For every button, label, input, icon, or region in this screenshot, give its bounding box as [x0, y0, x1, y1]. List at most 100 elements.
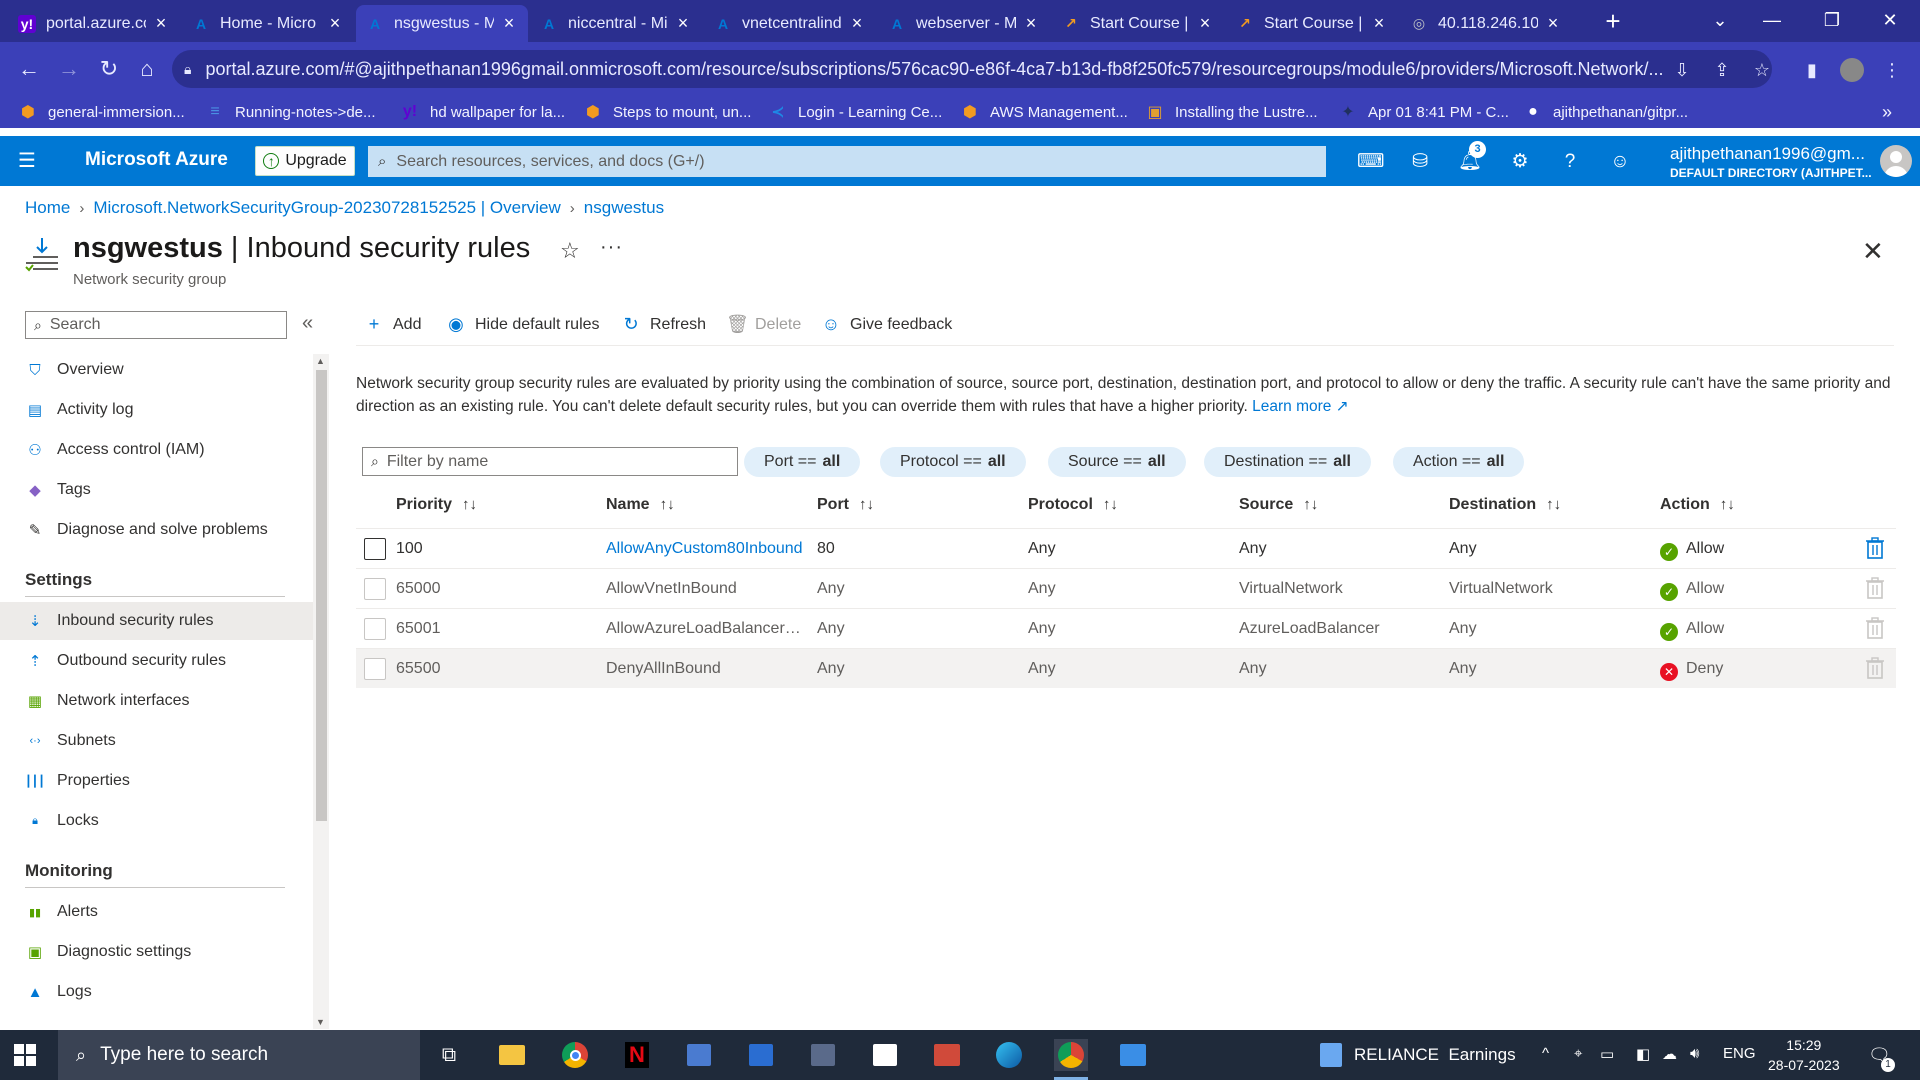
close-tab-icon[interactable]: ×	[152, 13, 170, 34]
new-tab-button[interactable]: +	[1598, 6, 1628, 36]
delete-rule-icon[interactable]	[1866, 657, 1884, 679]
filter-pill-source[interactable]: Source == all	[1048, 447, 1186, 477]
show-hidden-icons[interactable]: ^	[1542, 1045, 1549, 1062]
forward-icon[interactable]: →	[54, 54, 84, 84]
remote-desktop-icon[interactable]	[744, 1039, 778, 1071]
upgrade-button[interactable]: ↑ Upgrade	[255, 146, 355, 176]
browser-tab[interactable]: A Home - Micro ×	[182, 5, 354, 42]
cloud-shell-icon[interactable]: ⌨	[1357, 149, 1384, 175]
delete-button[interactable]: 🗑︎ Delete	[726, 314, 801, 335]
bookmark-item[interactable]: ▣ Installing the Lustre...	[1145, 100, 1317, 124]
sort-icon[interactable]: ↑↓	[1303, 496, 1318, 513]
close-tab-icon[interactable]: ×	[1370, 13, 1388, 34]
close-tab-icon[interactable]: ×	[500, 13, 518, 34]
network-app-icon[interactable]	[682, 1039, 716, 1071]
snipping-icon[interactable]	[930, 1039, 964, 1071]
give-feedback-button[interactable]: ☺ Give feedback	[821, 314, 952, 335]
nav-item-diagnose-and-solve-problems[interactable]: ✎ Diagnose and solve problems	[0, 511, 313, 549]
sort-icon[interactable]: ↑↓	[1720, 496, 1735, 513]
side-panel-icon[interactable]: ▮	[1800, 58, 1824, 82]
table-row[interactable]: 65000 AllowVnetInBound Any Any VirtualNetwor…	[356, 568, 1896, 608]
edge-icon[interactable]	[992, 1039, 1026, 1071]
sort-icon[interactable]: ↑↓	[462, 496, 477, 513]
battery-icon[interactable]: ▭	[1600, 1045, 1614, 1063]
bookmark-item[interactable]: ⬢ Steps to mount, un...	[583, 100, 751, 124]
collapse-menu-icon[interactable]: «	[302, 312, 313, 335]
close-tab-icon[interactable]: ×	[1022, 13, 1040, 34]
browser-tab[interactable]: Awebserver - M ×	[878, 5, 1050, 42]
table-row[interactable]: 65500 DenyAllInBound Any Any Any Any ✕ Deny	[356, 648, 1896, 688]
wifi-icon[interactable]: ☁	[1662, 1045, 1677, 1063]
sort-icon[interactable]: ↑↓	[660, 496, 675, 513]
column-header-protocol[interactable]: Protocol ↑↓	[1028, 496, 1118, 514]
hide-default-rules-button[interactable]: ◉ Hide default rules	[446, 314, 599, 335]
store-icon[interactable]	[868, 1039, 902, 1071]
install-app-icon[interactable]: ⇩	[1670, 58, 1694, 82]
filter-pill-port[interactable]: Port == all	[744, 447, 861, 477]
chrome-icon[interactable]	[558, 1039, 592, 1071]
share-icon[interactable]: ⇪	[1710, 58, 1734, 82]
column-header-priority[interactable]: Priority ↑↓	[396, 496, 477, 514]
language-indicator[interactable]: ENG	[1723, 1045, 1756, 1062]
row-checkbox[interactable]	[364, 578, 386, 600]
learn-more-link[interactable]: Learn more ↗	[1252, 398, 1349, 415]
feedback-icon[interactable]: ☺	[1607, 149, 1633, 175]
reload-icon[interactable]: ↻	[94, 54, 124, 84]
close-tab-icon[interactable]: ×	[1544, 13, 1562, 34]
volume-icon[interactable]: 🔊︎	[1690, 1045, 1699, 1062]
menu-search[interactable]: ⌕	[25, 311, 287, 339]
row-checkbox[interactable]	[364, 538, 386, 560]
sort-icon[interactable]: ↑↓	[1546, 496, 1561, 513]
restore-icon[interactable]: ❐	[1812, 4, 1852, 36]
favorite-star-icon[interactable]: ☆	[560, 238, 580, 264]
delete-rule-icon[interactable]	[1866, 537, 1884, 559]
installer-icon[interactable]	[806, 1039, 840, 1071]
scroll-thumb[interactable]	[316, 370, 327, 821]
tab-search-icon[interactable]: ⌄	[1700, 4, 1740, 36]
filter-pill-action[interactable]: Action == all	[1393, 447, 1525, 477]
bookmark-item[interactable]: ✦ Apr 01 8:41 PM - C...	[1338, 100, 1509, 124]
more-options-icon[interactable]: ···	[600, 236, 623, 259]
close-tab-icon[interactable]: ×	[674, 13, 692, 34]
portal-menu-icon[interactable]: ☰	[18, 148, 44, 174]
bookmark-item[interactable]: ⬢ AWS Management...	[960, 100, 1128, 124]
delete-rule-icon[interactable]	[1866, 617, 1884, 639]
nav-item-activity-log[interactable]: ▤ Activity log	[0, 391, 313, 429]
file-explorer-icon[interactable]	[495, 1039, 529, 1071]
nav-item-network-interfaces[interactable]: ▦ Network interfaces	[0, 682, 313, 720]
filter-by-name[interactable]: ⌕	[362, 447, 738, 476]
chrome-profile-icon[interactable]	[1054, 1039, 1088, 1080]
nav-item-diagnostic-settings[interactable]: ▣ Diagnostic settings	[0, 933, 313, 971]
taskbar-search[interactable]: ⌕ Type here to search	[58, 1030, 420, 1080]
breadcrumb-nsgwestus[interactable]: nsgwestus	[584, 198, 664, 218]
more-bookmarks-icon[interactable]: »	[1882, 100, 1892, 124]
close-tab-icon[interactable]: ×	[1196, 13, 1214, 34]
azure-brand[interactable]: Microsoft Azure	[85, 149, 228, 171]
filter-by-name-input[interactable]	[386, 452, 737, 471]
scroll-down-icon[interactable]: ▼	[316, 1017, 325, 1027]
clock[interactable]: 15:29 28-07-2023	[1768, 1035, 1840, 1075]
nav-item-outbound-security-rules[interactable]: ⇡ Outbound security rules	[0, 642, 313, 680]
bookmark-item[interactable]: ≺ Login - Learning Ce...	[768, 100, 942, 124]
nav-item-alerts[interactable]: ▮▮ Alerts	[0, 893, 313, 931]
settings-gear-icon[interactable]: ⚙	[1507, 149, 1533, 175]
browser-tab[interactable]: ↗ Start Course | ×	[1226, 5, 1398, 42]
browser-tab[interactable]: y! portal.azure.co ×	[8, 5, 180, 42]
breadcrumb-nsg-deployment[interactable]: Microsoft.NetworkSecurityGroup-202307281…	[93, 198, 560, 218]
windows-start-icon[interactable]	[14, 1044, 36, 1066]
global-search[interactable]: ⌕	[368, 146, 1326, 177]
bookmark-item[interactable]: ≡ Running-notes->de...	[205, 100, 375, 124]
account-menu[interactable]: ajithpethanan1996@gm... DEFAULT DIRECTOR…	[1670, 144, 1872, 180]
add-button[interactable]: + Add	[364, 314, 422, 335]
sort-icon[interactable]: ↑↓	[1103, 496, 1118, 513]
browser-tab[interactable]: ↗ Start Course | ×	[1052, 5, 1224, 42]
menu-scrollbar[interactable]: ▲ ▼	[313, 354, 329, 1029]
row-checkbox[interactable]	[364, 618, 386, 640]
filter-pill-destination[interactable]: Destination == all	[1204, 447, 1371, 477]
browser-tab[interactable]: ◎ 40.118.246.10 ×	[1400, 5, 1572, 42]
column-header-port[interactable]: Port ↑↓	[817, 496, 874, 514]
netflix-icon[interactable]: N	[620, 1039, 654, 1071]
photos-icon[interactable]	[1116, 1039, 1150, 1071]
bookmark-item[interactable]: ⬢ general-immersion...	[18, 100, 185, 124]
breadcrumb-home[interactable]: Home	[25, 198, 70, 218]
